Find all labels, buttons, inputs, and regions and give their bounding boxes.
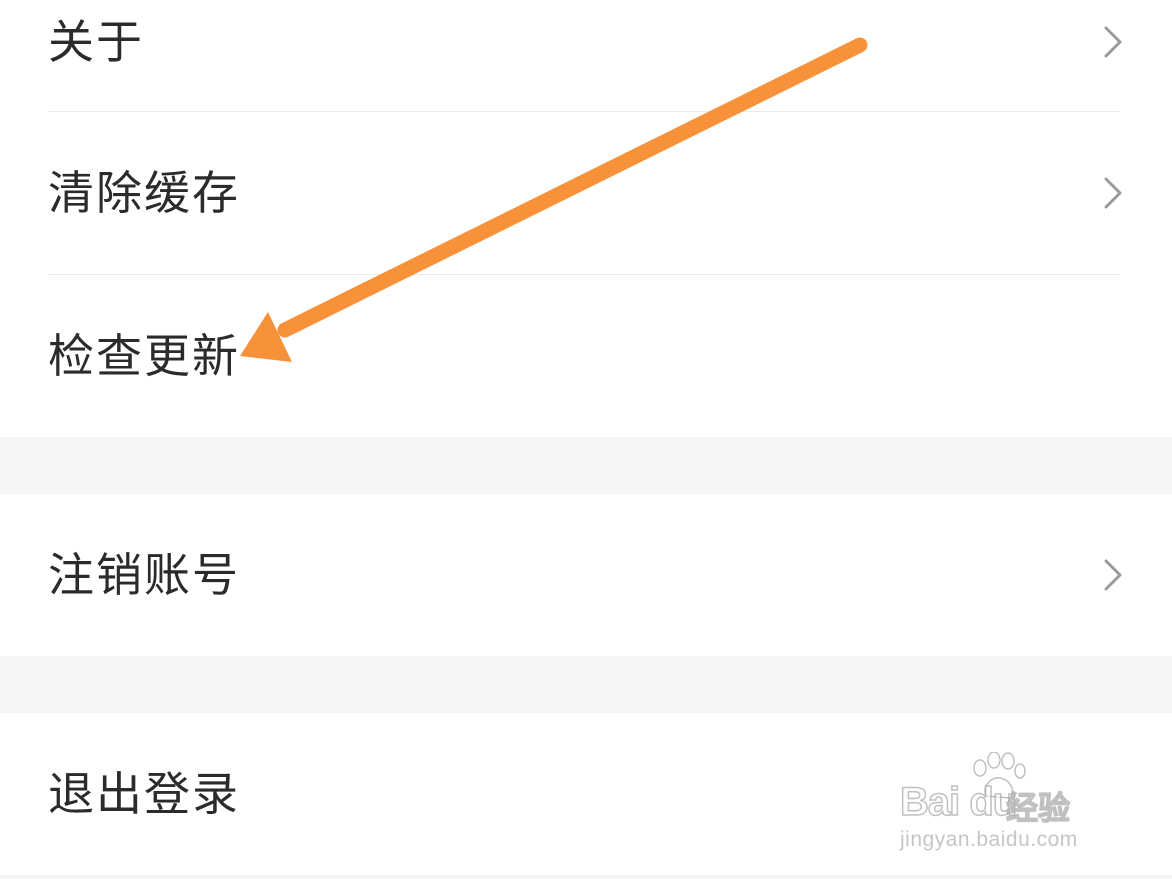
settings-item-label: 关于: [48, 15, 144, 69]
settings-item-delete-account[interactable]: 注销账号: [0, 494, 1172, 656]
chevron-right-icon: [1104, 177, 1122, 209]
settings-item-label: 退出登录: [48, 767, 240, 821]
chevron-right-icon: [1104, 26, 1122, 58]
settings-group-logout: 退出登录: [0, 713, 1172, 875]
settings-item-label: 检查更新: [48, 329, 240, 383]
settings-item-clear-cache[interactable]: 清除缓存: [0, 112, 1172, 274]
settings-item-logout[interactable]: 退出登录: [0, 713, 1172, 875]
settings-item-label: 注销账号: [48, 548, 240, 602]
settings-item-about[interactable]: 关于: [0, 0, 1172, 110]
section-gap: [0, 656, 1172, 713]
section-gap: [0, 437, 1172, 494]
settings-group-general: 关于 清除缓存 检查更新: [0, 0, 1172, 437]
settings-item-check-update[interactable]: 检查更新: [0, 275, 1172, 437]
settings-group-account: 注销账号: [0, 494, 1172, 656]
chevron-right-icon: [1104, 559, 1122, 591]
settings-item-label: 清除缓存: [48, 166, 240, 220]
